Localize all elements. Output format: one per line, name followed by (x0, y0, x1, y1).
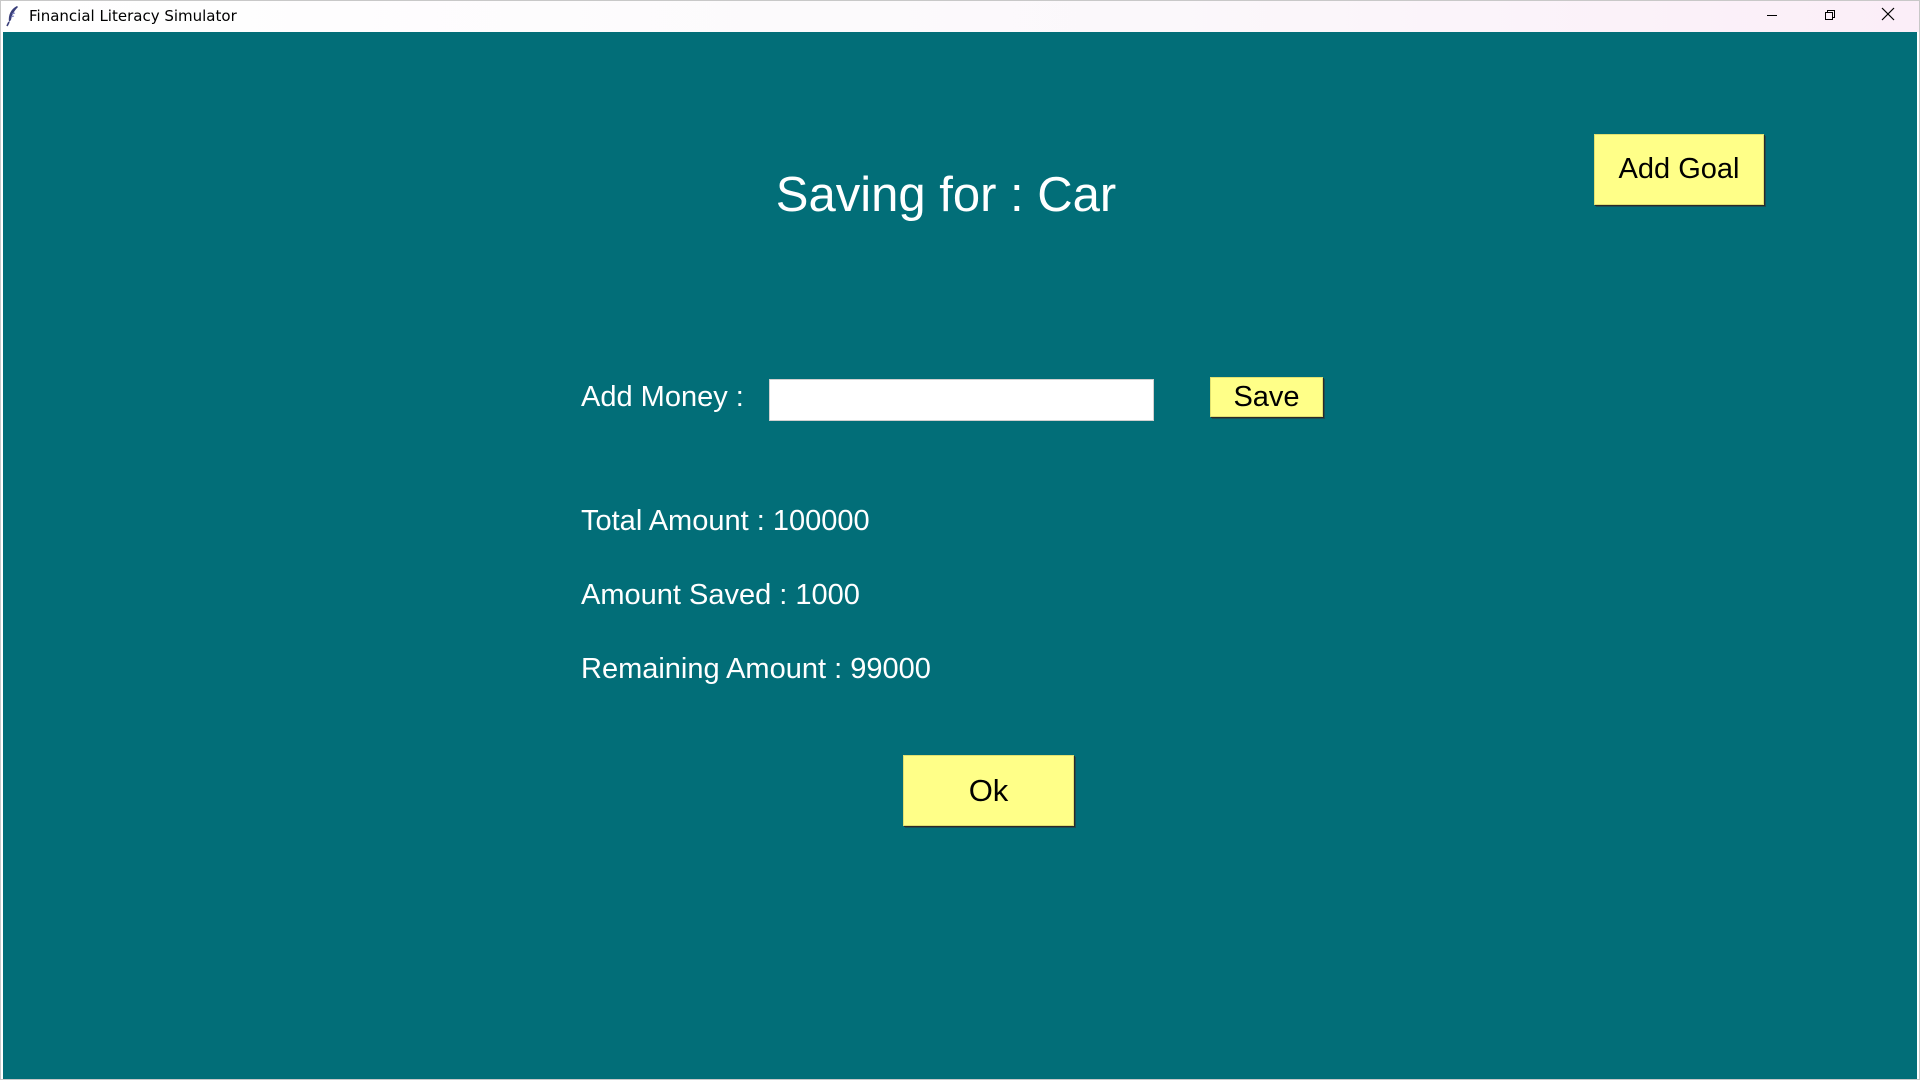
ok-button[interactable]: Ok (903, 755, 1074, 826)
add-money-input[interactable] (769, 379, 1154, 421)
app-window: Financial Literacy Simulator Saving for … (0, 0, 1920, 1080)
amount-saved-text: Amount Saved : 1000 (581, 579, 860, 611)
window-title: Financial Literacy Simulator (29, 7, 237, 25)
restore-icon (1824, 8, 1836, 26)
main-panel: Saving for : Car Add Goal Add Money : Sa… (3, 32, 1917, 1079)
minimize-icon (1766, 8, 1778, 26)
restore-button[interactable] (1801, 1, 1859, 32)
save-button[interactable]: Save (1210, 377, 1323, 417)
remaining-amount-text: Remaining Amount : 99000 (581, 653, 931, 685)
add-money-label: Add Money : (581, 381, 744, 413)
total-amount-text: Total Amount : 100000 (581, 505, 870, 537)
minimize-button[interactable] (1743, 1, 1801, 32)
title-bar[interactable]: Financial Literacy Simulator (1, 1, 1919, 32)
add-goal-button[interactable]: Add Goal (1594, 134, 1764, 205)
close-button[interactable] (1859, 1, 1917, 32)
close-icon (1881, 7, 1895, 26)
feather-icon (5, 5, 21, 27)
